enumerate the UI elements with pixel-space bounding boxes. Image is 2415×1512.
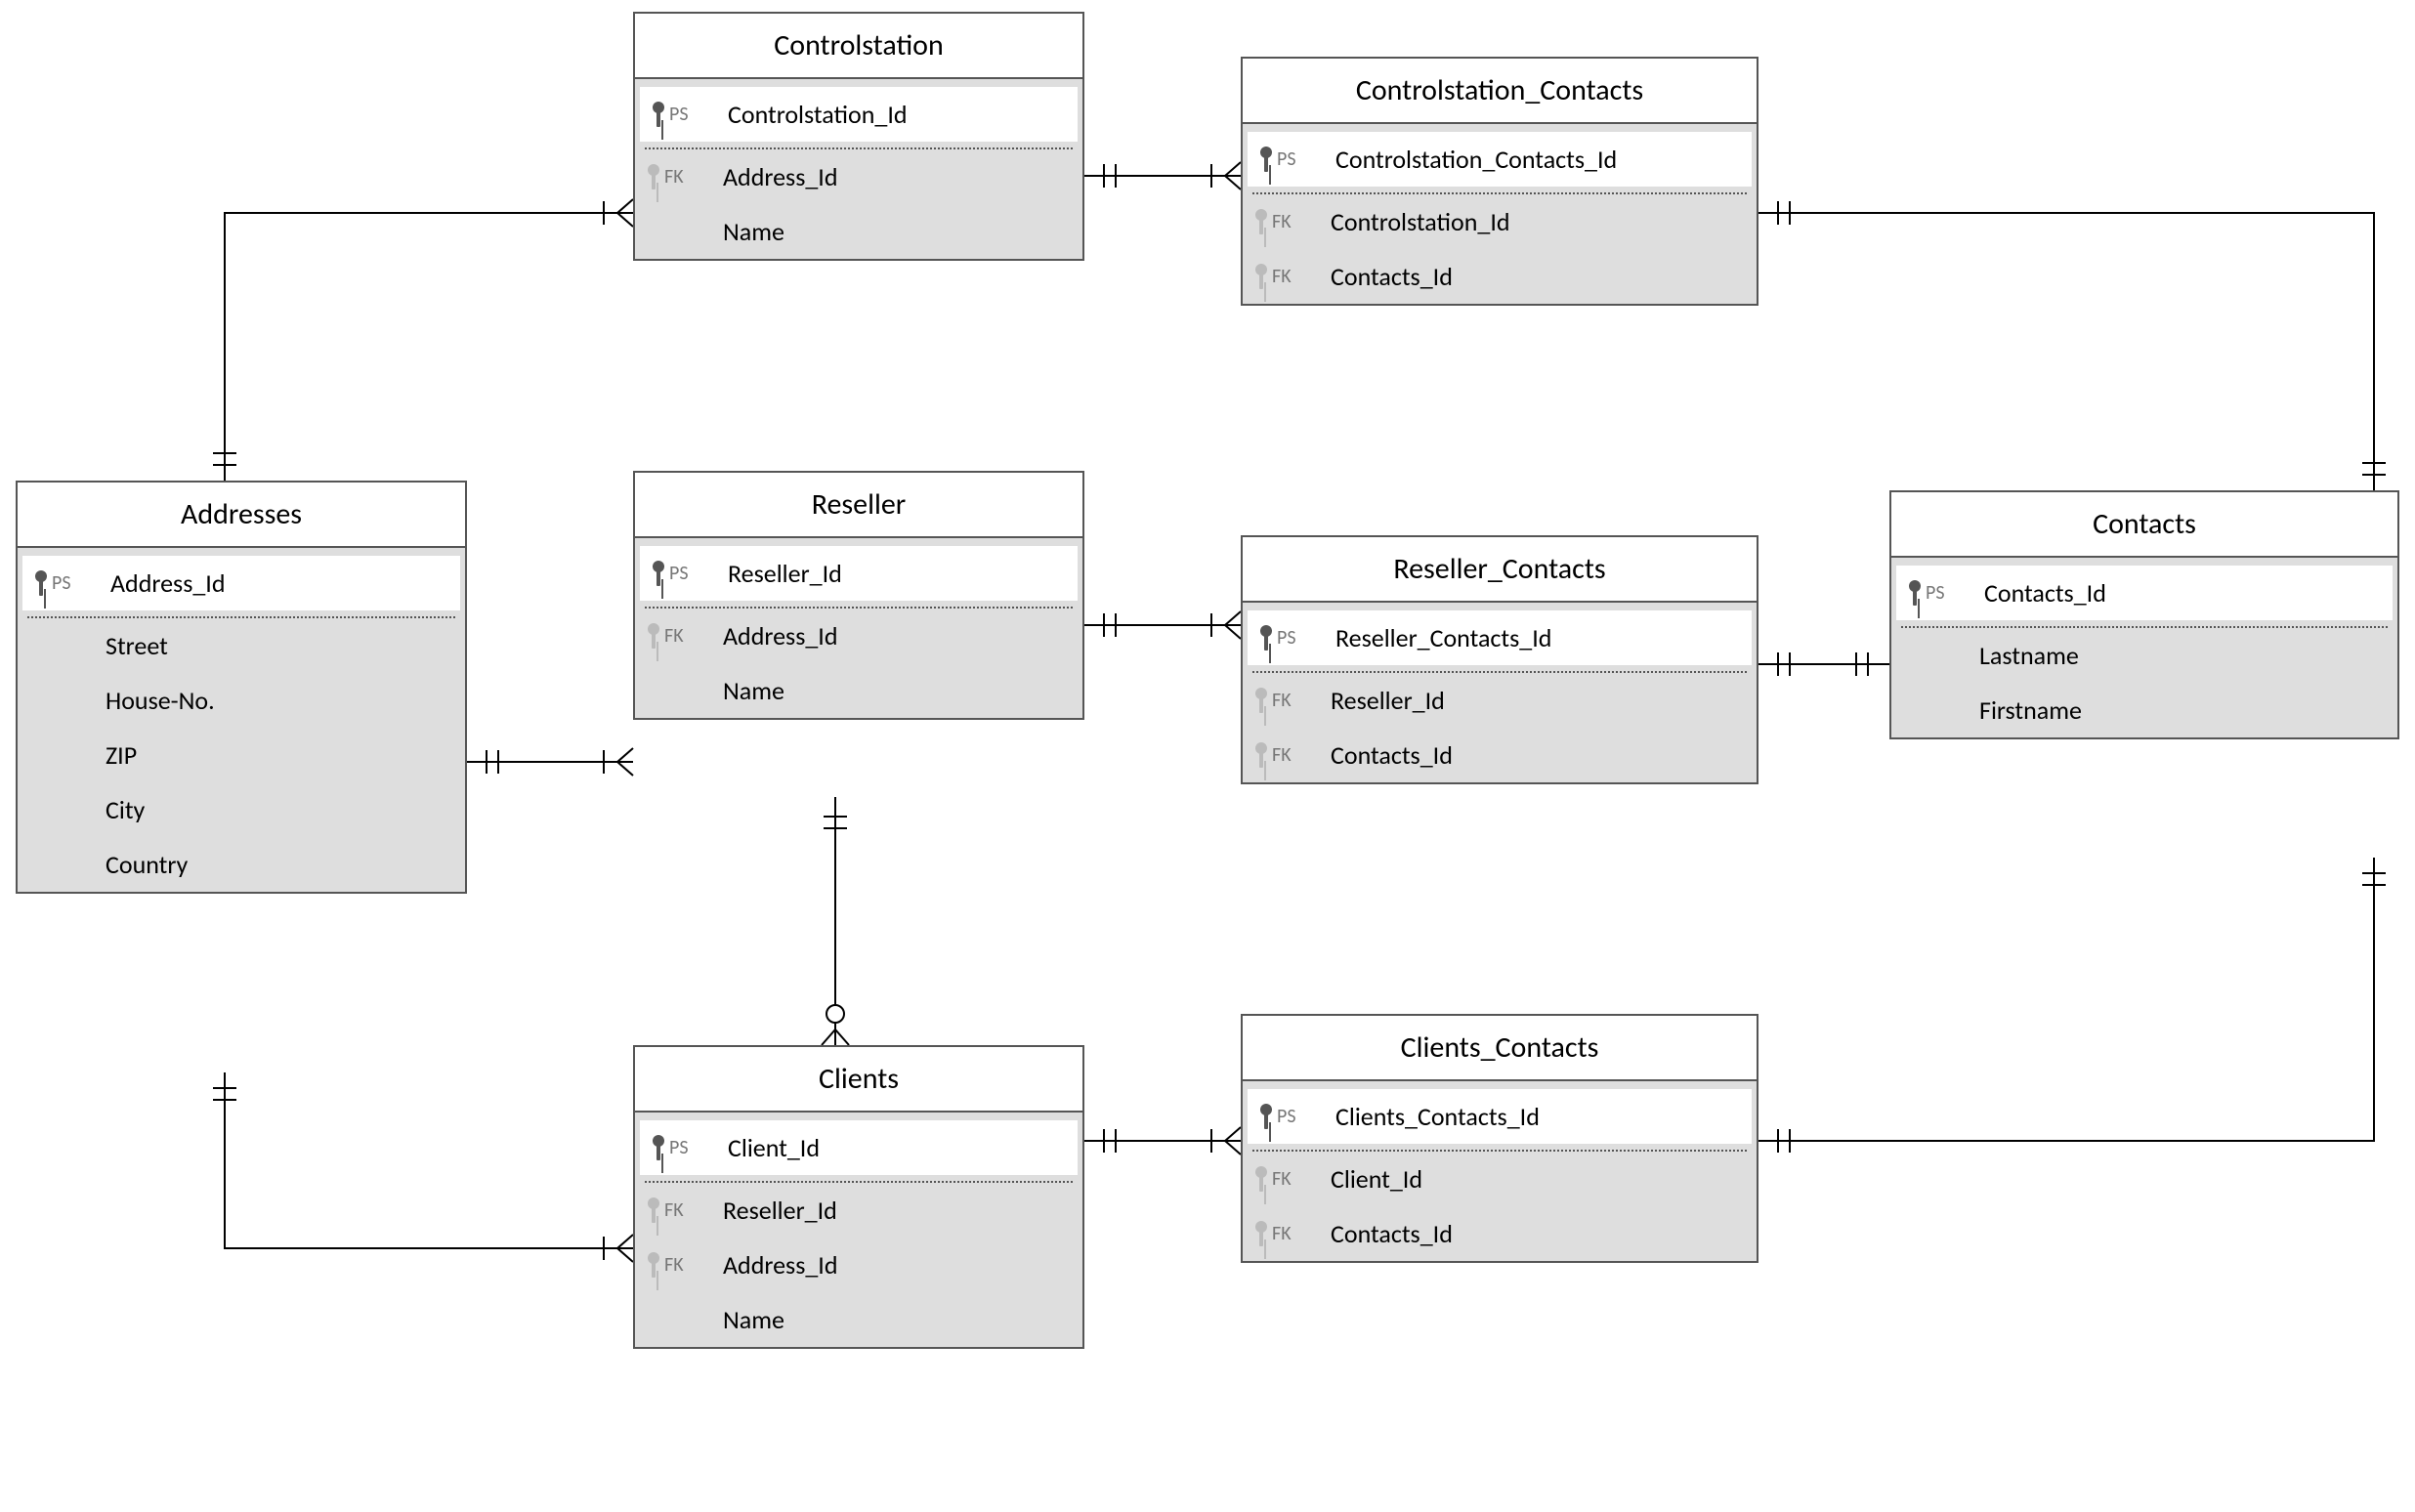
key-icon [645, 623, 662, 649]
entity-title: Clients [635, 1047, 1082, 1113]
pk-field: Client_Id [718, 1132, 820, 1163]
entity-clients[interactable]: Clients PS Client_Id FKReseller_Id FKAdd… [633, 1045, 1084, 1349]
field-row: FKAddress_Id [635, 1238, 1082, 1292]
key-icon [645, 164, 662, 189]
pk-field: Contacts_Id [1974, 577, 2106, 609]
entity-title: Controlstation [635, 14, 1082, 79]
entity-title: Reseller [635, 473, 1082, 538]
field-row: ZIP [18, 728, 465, 782]
entity-reseller[interactable]: Reseller PS Reseller_Id FKAddress_Id Nam… [633, 471, 1084, 720]
field-row: Street [18, 618, 465, 673]
field-row: FKContacts_Id [1243, 249, 1757, 304]
entity-controlstation[interactable]: Controlstation PS Controlstation_Id FKAd… [633, 12, 1084, 261]
pk-row: PS Clients_Contacts_Id [1243, 1081, 1757, 1144]
pk-row: PS Contacts_Id [1891, 558, 2397, 620]
pk-row: PS Reseller_Contacts_Id [1243, 603, 1757, 665]
entity-controlstation-contacts[interactable]: Controlstation_Contacts PS Controlstatio… [1241, 57, 1758, 306]
key-icon [1257, 1104, 1275, 1129]
field-row: FKControlstation_Id [1243, 194, 1757, 249]
field-row: FKContacts_Id [1243, 728, 1757, 782]
key-icon [1252, 742, 1270, 768]
key-icon [32, 570, 50, 596]
field-row: FKReseller_Id [1243, 673, 1757, 728]
key-icon [645, 1197, 662, 1223]
pk-row: PS Reseller_Id [635, 538, 1082, 601]
field-row: FKAddress_Id [635, 149, 1082, 204]
key-icon [650, 1135, 667, 1160]
field-row: Country [18, 837, 465, 892]
entity-title: Addresses [18, 483, 465, 548]
key-icon [645, 1252, 662, 1278]
pk-field: Reseller_Contacts_Id [1326, 622, 1551, 653]
field-row: City [18, 782, 465, 837]
key-icon [1252, 264, 1270, 289]
entity-clients-contacts[interactable]: Clients_Contacts PS Clients_Contacts_Id … [1241, 1014, 1758, 1263]
key-icon [1252, 209, 1270, 234]
field-row: Name [635, 1292, 1082, 1347]
entity-contacts[interactable]: Contacts PS Contacts_Id Lastname Firstna… [1889, 490, 2399, 739]
key-icon [1252, 1221, 1270, 1246]
pk-field: Clients_Contacts_Id [1326, 1101, 1540, 1132]
field-row: Name [635, 204, 1082, 259]
field-row: Name [635, 663, 1082, 718]
key-icon [1257, 625, 1275, 651]
entity-reseller-contacts[interactable]: Reseller_Contacts PS Reseller_Contacts_I… [1241, 535, 1758, 784]
key-icon [1906, 580, 1924, 606]
field-row: House-No. [18, 673, 465, 728]
pk-row: PS Controlstation_Contacts_Id [1243, 124, 1757, 187]
field-row: Lastname [1891, 628, 2397, 683]
pk-row: PS Client_Id [635, 1113, 1082, 1175]
entity-title: Reseller_Contacts [1243, 537, 1757, 603]
key-icon [650, 102, 667, 127]
key-icon [1252, 1166, 1270, 1192]
field-row: Firstname [1891, 683, 2397, 737]
field-row: FKAddress_Id [635, 609, 1082, 663]
pk-field: Address_Id [101, 567, 226, 599]
entity-title: Clients_Contacts [1243, 1016, 1757, 1081]
pk-row: PS Controlstation_Id [635, 79, 1082, 142]
pk-field: Controlstation_Contacts_Id [1326, 144, 1617, 175]
field-row: FKClient_Id [1243, 1152, 1757, 1206]
pk-field: Controlstation_Id [718, 99, 908, 130]
key-icon [1257, 147, 1275, 172]
field-row: FKContacts_Id [1243, 1206, 1757, 1261]
er-diagram-canvas: Addresses PS Address_Id Street House-No.… [0, 0, 2415, 1512]
entity-title: Controlstation_Contacts [1243, 59, 1757, 124]
key-icon [650, 561, 667, 586]
field-row: FKReseller_Id [635, 1183, 1082, 1238]
entity-addresses[interactable]: Addresses PS Address_Id Street House-No.… [16, 481, 467, 894]
key-icon [1252, 688, 1270, 713]
entity-title: Contacts [1891, 492, 2397, 558]
pk-field: Reseller_Id [718, 558, 842, 589]
pk-row: PS Address_Id [18, 548, 465, 610]
